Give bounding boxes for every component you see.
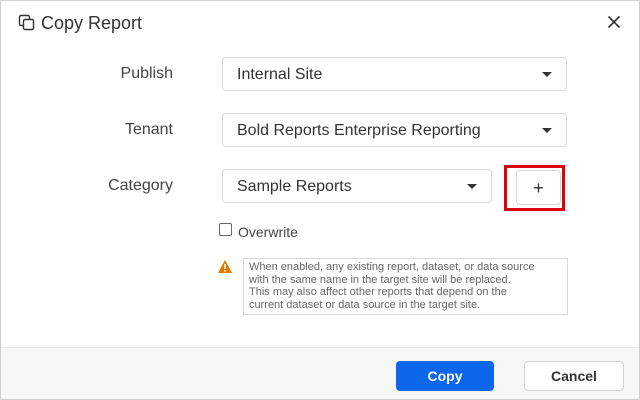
dialog-footer: Copy Cancel (1, 347, 639, 399)
overwrite-label[interactable]: Overwrite (238, 224, 298, 240)
warning-icon (217, 259, 233, 274)
warning-line: When enabled, any existing report, datas… (249, 261, 535, 273)
publish-label: Publish (120, 65, 173, 82)
chevron-down-icon (542, 72, 552, 77)
publish-dropdown[interactable]: Internal Site (222, 57, 567, 91)
copy-button[interactable]: Copy (396, 361, 494, 391)
cancel-button[interactable]: Cancel (524, 361, 624, 391)
copy-icon (17, 13, 37, 33)
close-button[interactable] (601, 9, 627, 35)
warning-line: current dataset or data source in the ta… (249, 298, 481, 311)
plus-icon: + (533, 177, 544, 198)
category-value: Sample Reports (237, 178, 352, 195)
add-category-button[interactable]: + (516, 170, 561, 205)
tenant-value: Bold Reports Enterprise Reporting (237, 122, 481, 139)
overwrite-warning-message: When enabled, any existing report, datas… (243, 258, 568, 315)
dialog-title: Copy Report (41, 13, 143, 33)
category-dropdown[interactable]: Sample Reports (222, 169, 492, 203)
tenant-dropdown[interactable]: Bold Reports Enterprise Reporting (222, 113, 567, 147)
category-label: Category (108, 177, 173, 194)
close-icon (608, 16, 620, 28)
copy-report-dialog: Copy Report Publish Internal Site Tenant… (0, 0, 640, 400)
dialog-header: Copy Report (1, 1, 640, 45)
chevron-down-icon (542, 128, 552, 133)
chevron-down-icon (467, 184, 477, 189)
warning-line: with the same name in the target site wi… (249, 273, 511, 286)
publish-value: Internal Site (237, 66, 323, 83)
overwrite-checkbox[interactable] (219, 223, 232, 236)
tenant-label: Tenant (124, 121, 173, 138)
warning-line: This may also affect other reports that … (249, 286, 507, 298)
